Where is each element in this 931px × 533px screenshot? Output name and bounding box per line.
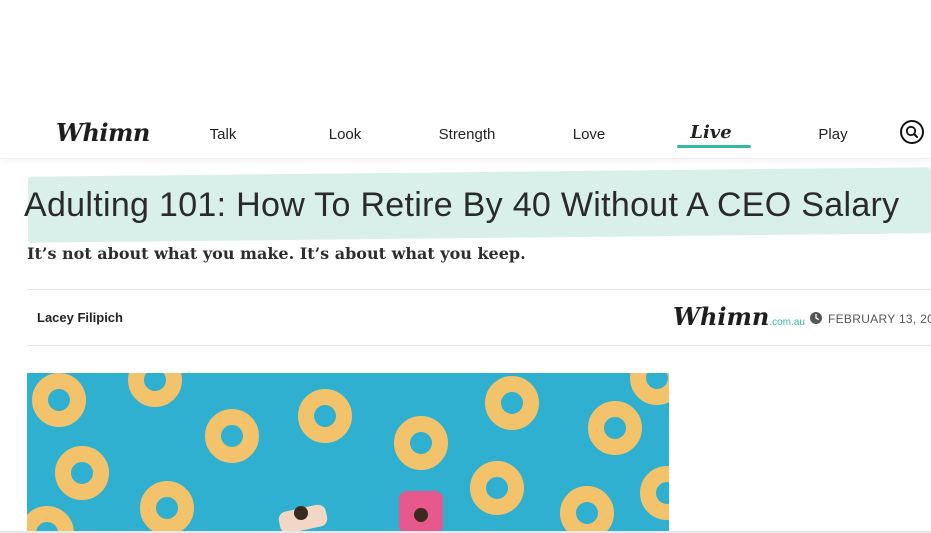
nav-item-look[interactable]: Look [329,126,362,143]
publish-date: FEBRUARY 13, 20 [828,312,931,326]
hero-image [27,373,669,533]
nav-item-live[interactable]: Live [690,122,731,143]
active-tab-indicator [677,145,751,148]
pool-floats-photo [27,373,669,533]
nav-item-talk[interactable]: Talk [210,126,237,143]
article-meta: Lacey Filipich Whimn.com.au FEBRUARY 13,… [27,289,931,346]
source-domain: .com.au [769,317,805,328]
nav-item-play[interactable]: Play [818,126,847,143]
search-button[interactable] [900,120,924,144]
nav-item-strength[interactable]: Strength [439,126,496,143]
site-logo[interactable]: Whimn [56,118,150,147]
source-logo[interactable]: Whimn.com.au [673,302,805,331]
article-title: Adulting 101: How To Retire By 40 Withou… [24,186,900,224]
author-name[interactable]: Lacey Filipich [37,310,123,325]
top-navigation: Whimn Talk Look Strength Love Live Play [0,108,931,159]
search-icon [905,125,918,138]
article-subtitle: It’s not about what you make. It’s about… [27,244,526,263]
source-logo-text: Whimn [673,302,770,331]
clock-icon [810,312,822,324]
nav-item-love[interactable]: Love [573,126,606,143]
